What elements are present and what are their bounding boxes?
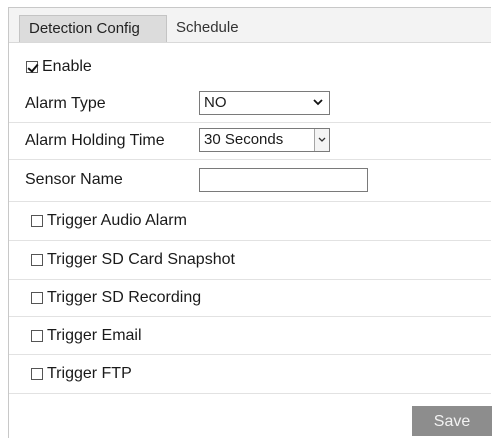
trigger-audio-alarm-label: Trigger Audio Alarm (47, 212, 187, 229)
trigger-ftp-checkbox[interactable] (31, 368, 43, 380)
sensor-name-input[interactable] (199, 168, 368, 192)
enable-row: Enable (9, 54, 491, 82)
alarm-type-label: Alarm Type (25, 95, 106, 112)
trigger-sd-recording-row: Trigger SD Recording (9, 279, 491, 317)
tab-schedule[interactable]: Schedule (167, 15, 248, 42)
save-button[interactable]: Save (412, 406, 492, 436)
trigger-ftp-row: Trigger FTP (9, 354, 491, 394)
sensor-name-row: Sensor Name (9, 159, 491, 202)
chevron-down-icon (318, 137, 326, 142)
tab-detection-config[interactable]: Detection Config (19, 15, 167, 42)
alarm-holding-time-select[interactable]: 30 Seconds (199, 128, 330, 152)
trigger-audio-alarm-checkbox[interactable] (31, 215, 43, 227)
alarm-holding-time-label: Alarm Holding Time (25, 132, 165, 149)
trigger-ftp-label: Trigger FTP (47, 365, 132, 382)
enable-label: Enable (42, 58, 92, 75)
alarm-type-value: NO (204, 94, 227, 111)
alarm-holding-time-dropdown-button[interactable] (314, 129, 329, 151)
trigger-audio-alarm-row: Trigger Audio Alarm (9, 201, 491, 241)
alarm-holding-time-row: Alarm Holding Time 30 Seconds (9, 122, 491, 160)
sensor-name-label: Sensor Name (25, 171, 123, 188)
enable-checkbox[interactable] (26, 61, 38, 73)
chevron-down-icon (313, 99, 323, 106)
trigger-email-label: Trigger Email (47, 327, 142, 344)
trigger-email-checkbox[interactable] (31, 330, 43, 342)
trigger-email-row: Trigger Email (9, 316, 491, 355)
trigger-sd-snapshot-row: Trigger SD Card Snapshot (9, 240, 491, 280)
tab-strip: Detection Config Schedule (9, 8, 491, 43)
trigger-sd-snapshot-checkbox[interactable] (31, 254, 43, 266)
trigger-sd-recording-checkbox[interactable] (31, 292, 43, 304)
alarm-holding-time-value: 30 Seconds (204, 131, 284, 148)
alarm-type-select[interactable]: NO (199, 91, 330, 115)
trigger-sd-recording-label: Trigger SD Recording (47, 289, 202, 306)
alarm-type-row: Alarm Type NO (9, 86, 491, 123)
trigger-sd-snapshot-label: Trigger SD Card Snapshot (47, 251, 235, 268)
detection-config-panel: Detection Config Schedule Enable Alarm T… (8, 7, 492, 438)
